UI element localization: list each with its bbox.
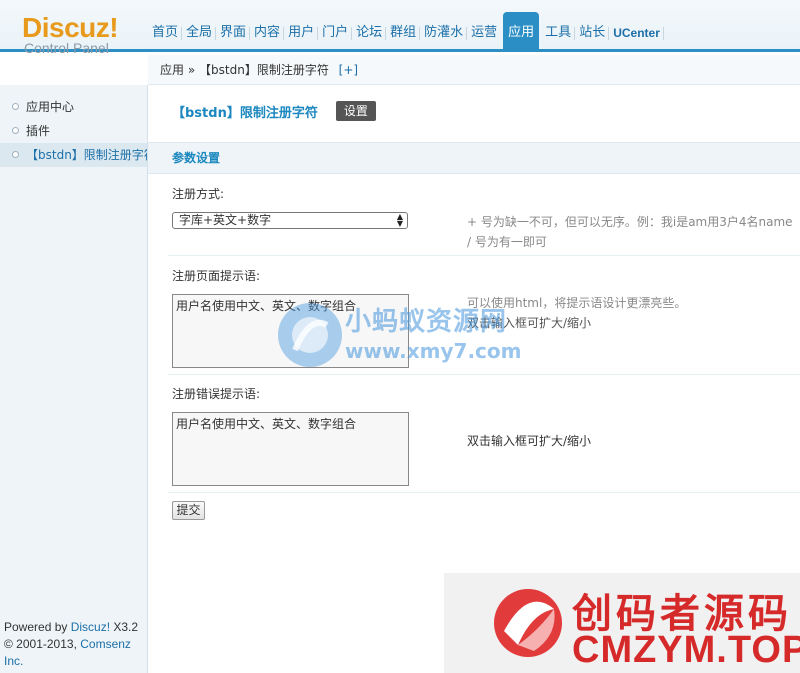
discuz-link[interactable]: Discuz! <box>71 620 110 634</box>
sidebar-item-label: 应用中心 <box>26 100 75 114</box>
nav-global[interactable]: 全局 <box>182 14 217 52</box>
reg-tip-hint-line1: 可以使用html，将提示语设计更漂亮些。 <box>467 296 687 310</box>
bullet-icon <box>12 151 19 158</box>
nav-ucenter[interactable]: UCenter <box>609 14 664 52</box>
nav-label: 应用 <box>508 25 535 40</box>
reg-mode-selected: 字库+英文+数字 <box>179 213 272 227</box>
breadcrumb-separator: » <box>187 63 196 77</box>
powered-version: X3.2 <box>110 620 139 634</box>
nav-content[interactable]: 内容 <box>250 14 285 52</box>
nav-label: 内容 <box>254 25 281 40</box>
nav-label: 全局 <box>186 25 213 40</box>
breadcrumb-current: 【bstdn】限制注册字符 <box>199 63 329 77</box>
sidebar-item-app-center[interactable]: 应用中心 <box>0 95 147 119</box>
nav-label: 用户 <box>288 25 315 40</box>
reg-tip-textarea[interactable]: 用户名使用中文、英文、数字组合 <box>172 294 409 368</box>
nav-label: 站长 <box>579 25 606 40</box>
watermark-cmzym-logo-icon <box>494 589 562 657</box>
reg-error-textarea[interactable]: 用户名使用中文、英文、数字组合 <box>172 412 409 486</box>
reg-tip-hint: 可以使用html，将提示语设计更漂亮些。 双击输入框可扩大/缩小 <box>467 293 686 333</box>
nav-interface[interactable]: 界面 <box>216 14 251 52</box>
reg-tip-label: 注册页面提示语: <box>172 269 261 283</box>
row-divider <box>168 255 800 256</box>
breadcrumb: 应用 » 【bstdn】限制注册字符 [+] <box>148 55 800 85</box>
breadcrumb-root[interactable]: 应用 <box>160 63 184 77</box>
reg-mode-hint-line2: / 号为有一即可 <box>467 235 547 249</box>
submit-button[interactable]: 提交 <box>172 501 205 520</box>
nav-forum[interactable]: 论坛 <box>352 14 387 52</box>
sidebar-item-label: 插件 <box>26 124 51 138</box>
top-header: Discuz! Control Panel 首页 全局 界面 内容 用户 门户 … <box>0 0 800 56</box>
reg-mode-label: 注册方式: <box>172 187 225 201</box>
top-navigation: 首页 全局 界面 内容 用户 门户 论坛 群组 防灌水 运营 应用 工具 站长 … <box>148 12 664 52</box>
nav-label: 论坛 <box>356 25 383 40</box>
sidebar-menu: 应用中心 插件 【bstdn】限制注册字符 <box>0 95 147 167</box>
nav-home[interactable]: 首页 <box>148 14 183 52</box>
nav-label: 界面 <box>220 25 247 40</box>
bullet-icon <box>12 103 19 110</box>
reg-tip-hint-line2: 双击输入框可扩大/缩小 <box>467 316 592 330</box>
reg-error-hint: 双击输入框可扩大/缩小 <box>467 434 592 448</box>
copyright-prefix: © 2001-2013, <box>4 637 81 651</box>
powered-prefix: Powered by <box>4 620 71 634</box>
nav-label: 首页 <box>152 25 179 40</box>
nav-users[interactable]: 用户 <box>284 14 319 52</box>
settings-tab-button[interactable]: 设置 <box>335 101 376 121</box>
sidebar-item-plugin-bstdn[interactable]: 【bstdn】限制注册字符 <box>0 143 147 167</box>
reg-mode-hint-line1: + 号为缺一不可，但可以无序。例：我i是am用3户4名name <box>467 215 793 229</box>
nav-portal[interactable]: 门户 <box>318 14 353 52</box>
nav-groups[interactable]: 群组 <box>386 14 421 52</box>
nav-label: 运营 <box>471 25 498 40</box>
reg-error-label: 注册错误提示语: <box>172 387 261 401</box>
nav-label: 门户 <box>322 25 349 40</box>
nav-antispam[interactable]: 防灌水 <box>420 14 468 52</box>
sidebar-item-label: 【bstdn】限制注册字符 <box>26 148 147 162</box>
section-header: 参数设置 <box>148 142 800 174</box>
reg-mode-select[interactable]: 字库+英文+数字 ▲ ▼ <box>172 212 408 229</box>
discuz-logo[interactable]: Discuz! Control Panel <box>22 12 119 57</box>
nav-label: 群组 <box>390 25 417 40</box>
row-divider <box>168 492 800 493</box>
powered-by-footer: Powered by Discuz! X3.2 © 2001-2013, Com… <box>4 619 147 670</box>
logo-subtitle: Control Panel <box>24 40 109 56</box>
watermark-bottom-url: CMZYM.TOP <box>572 629 800 671</box>
add-favorite-link[interactable]: [+] <box>339 63 358 77</box>
logo-brand: Discuz! <box>22 12 119 43</box>
nav-label: 防灌水 <box>424 25 464 40</box>
row-divider <box>168 374 800 375</box>
page-title: 【bstdn】限制注册字符 <box>172 105 318 121</box>
sidebar-item-plugins[interactable]: 插件 <box>0 119 147 143</box>
watermark-cmzym: 创码者源码 CMZYM.TOP <box>444 573 800 673</box>
nav-label: 工具 <box>545 25 572 40</box>
nav-label: UCenter <box>613 26 660 40</box>
nav-webmaster[interactable]: 站长 <box>575 14 610 52</box>
select-arrows-icon: ▲ ▼ <box>396 212 403 228</box>
nav-apps[interactable]: 应用 <box>503 12 540 52</box>
sidebar: 应用中心 插件 【bstdn】限制注册字符 Powered by Discuz!… <box>0 85 148 673</box>
bullet-icon <box>12 127 19 134</box>
reg-mode-hint: + 号为缺一不可，但可以无序。例：我i是am用3户4名name / 号为有一即可 <box>467 212 793 252</box>
nav-tools[interactable]: 工具 <box>541 14 576 52</box>
nav-operations[interactable]: 运营 <box>467 14 501 52</box>
page-header: 【bstdn】限制注册字符 设置 <box>172 101 376 121</box>
